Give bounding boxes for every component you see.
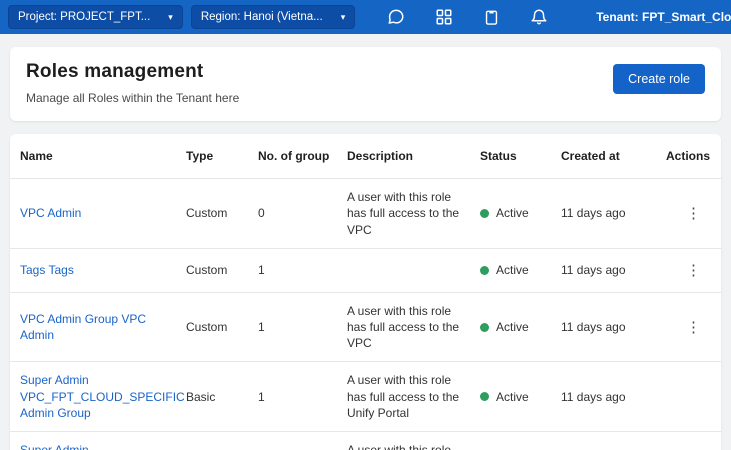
table-header-row: Name Type No. of group Description Statu…	[10, 134, 721, 178]
status-label: Active	[496, 319, 529, 335]
table-row: VPC Admin Custom 0 A user with this role…	[10, 178, 721, 248]
status-label: Active	[496, 205, 529, 221]
page-title: Roles management	[26, 61, 239, 83]
role-name-link[interactable]: VPC Admin Group VPC Admin	[20, 312, 146, 342]
role-group-count-cell: 0	[258, 195, 347, 231]
table-row: Tags Tags Custom 1 Active 11 days ago ⋮	[10, 248, 721, 292]
project-selector-label: Project: PROJECT_FPT...	[18, 11, 150, 23]
column-header-type: Type	[186, 134, 258, 178]
role-created-cell: 11 days ago	[561, 252, 666, 288]
support-chat-icon[interactable]	[385, 6, 407, 28]
region-selector-label: Region: Hanoi (Vietna...	[201, 11, 323, 23]
table-row: VPC Admin Group VPC Admin Custom 1 A use…	[10, 292, 721, 362]
role-created-cell: 11 days ago	[561, 379, 666, 415]
role-description-cell: A user with this role has full access to…	[347, 432, 480, 450]
role-group-count-cell: 1	[258, 379, 347, 415]
chevron-down-icon: ▾	[168, 13, 173, 22]
clipboard-icon[interactable]	[481, 6, 502, 28]
table-body: VPC Admin Custom 0 A user with this role…	[10, 178, 721, 450]
topbar-icons	[385, 6, 550, 28]
page-header-card: Roles management Manage all Roles within…	[10, 47, 721, 121]
tenant-selector[interactable]: Tenant: FPT_Smart_Cloud_Demo ▾	[596, 10, 731, 24]
topbar: Project: PROJECT_FPT... ▾ Region: Hanoi …	[0, 0, 731, 34]
notifications-bell-icon[interactable]	[528, 6, 550, 28]
roles-table: Name Type No. of group Description Statu…	[10, 134, 721, 450]
table-row: Super Admin VPC_FPT_CLOUD_GENERAL Admin …	[10, 431, 721, 450]
role-description-cell: A user with this role has full access to…	[347, 293, 480, 362]
row-actions-kebab-button[interactable]: ⋮	[680, 203, 707, 224]
status-dot-icon	[480, 392, 489, 401]
chevron-down-icon: ▾	[341, 13, 346, 22]
column-header-name: Name	[20, 134, 186, 178]
column-header-status: Status	[480, 134, 561, 178]
column-header-created: Created at	[561, 134, 666, 178]
tenant-selector-label: Tenant: FPT_Smart_Cloud_Demo	[596, 10, 731, 24]
role-type-cell: Custom	[186, 252, 258, 288]
status-label: Active	[496, 262, 529, 278]
column-header-actions: Actions	[666, 134, 721, 178]
status-dot-icon	[480, 323, 489, 332]
role-description-cell: A user with this role has full access to…	[347, 179, 480, 248]
role-name-link[interactable]: Super Admin VPC_FPT_CLOUD_GENERAL Admin …	[20, 443, 186, 450]
status-label: Active	[496, 389, 529, 405]
row-actions-kebab-button[interactable]: ⋮	[680, 317, 707, 338]
role-status-cell: Active	[480, 195, 561, 231]
role-group-count-cell: 1	[258, 252, 347, 288]
role-name-link[interactable]: Super Admin VPC_FPT_CLOUD_SPECIFIC Admin…	[20, 373, 185, 419]
role-name-link[interactable]: VPC Admin	[20, 206, 81, 220]
role-type-cell: Custom	[186, 309, 258, 345]
status-dot-icon	[480, 209, 489, 218]
role-created-cell: 11 days ago	[561, 309, 666, 345]
role-type-cell: Basic	[186, 379, 258, 415]
main-content: Roles management Manage all Roles within…	[0, 34, 731, 450]
project-selector[interactable]: Project: PROJECT_FPT... ▾	[8, 5, 183, 29]
role-status-cell: Active	[480, 252, 561, 288]
apps-grid-icon[interactable]	[433, 6, 455, 28]
role-group-count-cell: 1	[258, 309, 347, 345]
role-description-cell	[347, 260, 480, 280]
role-status-cell: Active	[480, 379, 561, 415]
region-selector[interactable]: Region: Hanoi (Vietna... ▾	[191, 5, 355, 29]
page-subtitle: Manage all Roles within the Tenant here	[26, 91, 239, 105]
row-actions-kebab-button[interactable]: ⋮	[680, 260, 707, 281]
status-dot-icon	[480, 266, 489, 275]
column-header-description: Description	[347, 134, 480, 178]
create-role-button[interactable]: Create role	[613, 64, 705, 94]
role-created-cell: 11 days ago	[561, 195, 666, 231]
table-row: Super Admin VPC_FPT_CLOUD_SPECIFIC Admin…	[10, 361, 721, 431]
role-description-cell: A user with this role has full access to…	[347, 362, 480, 431]
role-name-link[interactable]: Tags Tags	[20, 263, 74, 277]
role-status-cell: Active	[480, 309, 561, 345]
column-header-groups: No. of group	[258, 134, 347, 178]
role-type-cell: Custom	[186, 195, 258, 231]
